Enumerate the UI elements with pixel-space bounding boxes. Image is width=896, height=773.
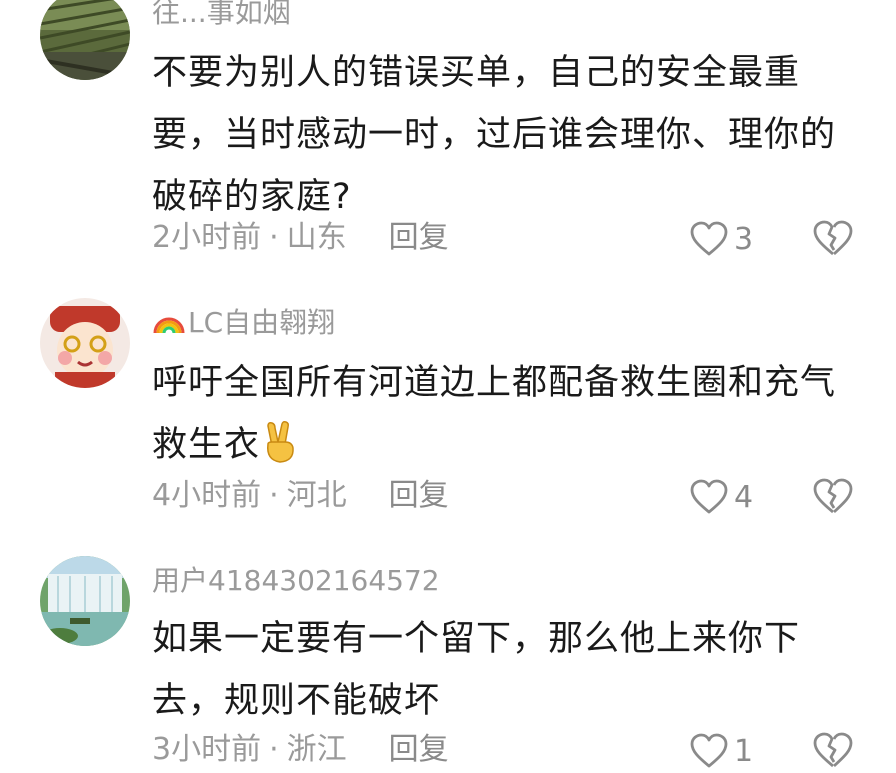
like-button[interactable]: 4	[690, 477, 753, 517]
comment-text: 如果一定要有一个留下，那么他上来你下去，规则不能破坏	[152, 619, 801, 721]
rainbow-icon	[153, 317, 185, 334]
reply-button[interactable]: 回复	[389, 732, 449, 767]
meta-separator: ·	[269, 732, 279, 767]
comment-meta: 2小时前 · 山东 回复	[152, 220, 449, 256]
heart-icon	[690, 221, 728, 256]
comment-location: 山东	[286, 220, 347, 255]
comment-time: 4小时前	[152, 478, 262, 513]
username[interactable]: 往...事如烟	[152, 0, 291, 30]
avatar[interactable]	[40, 0, 130, 80]
avatar[interactable]	[40, 556, 130, 646]
comment-text: 不要为别人的错误买单，自己的安全最重要，当时感动一时，过后谁会理你、理你的破碎的…	[152, 53, 837, 217]
username[interactable]: LC自由翱翔	[152, 306, 335, 340]
like-button[interactable]: 3	[690, 219, 753, 259]
username[interactable]: 用户4184302164572	[152, 564, 440, 598]
dislike-button[interactable]	[812, 219, 854, 259]
reply-button[interactable]: 回复	[389, 220, 449, 255]
comment-meta: 3小时前 · 浙江 回复	[152, 732, 449, 768]
field-photo-icon	[40, 0, 130, 80]
username-text: LC自由翱翔	[188, 306, 336, 339]
heart-icon	[690, 733, 728, 768]
comment-text-content: 呼吁全国所有河道边上都配备救生圈和充气救生衣	[152, 363, 837, 465]
broken-heart-icon	[813, 220, 853, 256]
comment-location: 河北	[286, 478, 347, 513]
like-count: 1	[734, 733, 754, 769]
broken-heart-icon	[813, 478, 853, 514]
comment-time: 3小时前	[152, 732, 262, 767]
cartoon-god-of-wealth-icon	[40, 298, 130, 388]
comment-location: 浙江	[286, 732, 347, 767]
dislike-button[interactable]	[812, 477, 854, 517]
like-count: 3	[734, 221, 754, 257]
victory-hand-emoji	[267, 421, 294, 463]
like-count: 4	[734, 479, 754, 515]
dislike-button[interactable]	[812, 731, 854, 771]
waterfall-photo-icon	[40, 556, 130, 646]
meta-separator: ·	[269, 478, 279, 513]
reply-button[interactable]: 回复	[389, 478, 449, 513]
like-button[interactable]: 1	[690, 731, 753, 771]
heart-icon	[690, 479, 728, 514]
comment-time: 2小时前	[152, 220, 262, 255]
comment-text: 呼吁全国所有河道边上都配备救生圈和充气救生衣	[152, 352, 862, 476]
meta-separator: ·	[269, 220, 279, 255]
comment-meta: 4小时前 · 河北 回复	[152, 478, 449, 514]
broken-heart-icon	[813, 732, 853, 768]
avatar[interactable]	[40, 298, 130, 388]
